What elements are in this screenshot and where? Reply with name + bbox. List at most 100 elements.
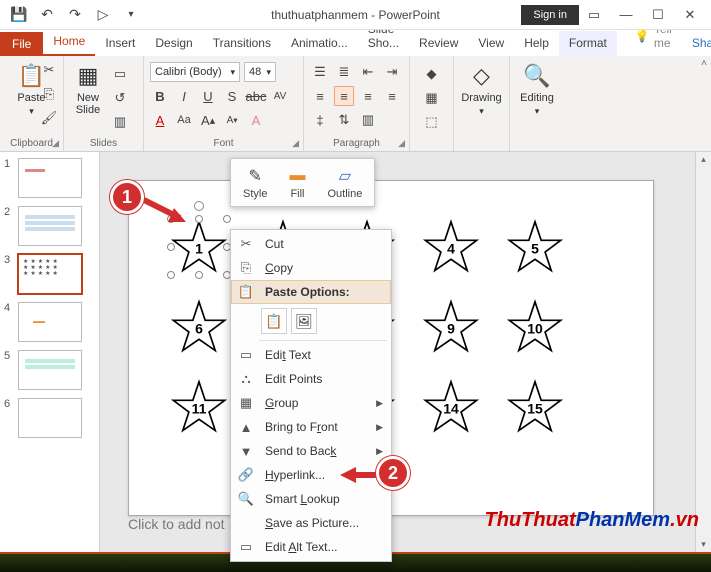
cut-icon[interactable]: ✂ xyxy=(39,60,59,80)
ctx-smart-lookup[interactable]: 🔍Smart Lookup xyxy=(231,487,391,511)
thumbnail-3[interactable]: 3★★★★★★★★★★★★★★★ xyxy=(4,254,95,294)
qat-dropdown-icon[interactable]: ▾ xyxy=(122,6,140,24)
ctx-edit-text[interactable]: ▭Edit Text xyxy=(231,343,391,367)
star-shape-15[interactable]: 15 xyxy=(507,379,563,435)
collapse-ribbon-icon[interactable]: ˄ xyxy=(701,58,707,69)
numbering-icon[interactable]: ≣ xyxy=(334,62,354,82)
paragraph-launcher-icon[interactable]: ◢ xyxy=(398,138,405,149)
columns-icon[interactable]: ▥ xyxy=(358,110,378,130)
vertical-scrollbar[interactable]: ▴▾ xyxy=(695,152,711,552)
strikethrough-icon[interactable]: abc xyxy=(246,86,266,106)
shadow-icon[interactable]: S xyxy=(222,86,242,106)
copy-icon[interactable]: ⎘ xyxy=(39,84,59,104)
spacing-icon[interactable]: AV xyxy=(270,86,290,106)
start-from-beginning-icon[interactable]: ▷ xyxy=(94,6,112,24)
bullets-icon[interactable]: ☰ xyxy=(310,62,330,82)
signin-button[interactable]: Sign in xyxy=(521,5,579,25)
tab-file[interactable]: File xyxy=(0,32,43,56)
font-color-icon[interactable]: A xyxy=(150,110,170,130)
scroll-down-icon[interactable]: ▾ xyxy=(701,539,706,550)
tab-transitions[interactable]: Transitions xyxy=(203,31,281,56)
ctx-copy[interactable]: ⎘Copy xyxy=(231,256,391,280)
scroll-up-icon[interactable]: ▴ xyxy=(701,154,706,165)
outline-button[interactable]: ▱Outline xyxy=(321,163,368,202)
tab-review[interactable]: Review xyxy=(409,31,468,56)
format-painter-icon[interactable]: 🖌 xyxy=(39,108,59,128)
maximize-icon[interactable]: ☐ xyxy=(651,7,665,23)
indent-right-icon[interactable]: ⇥ xyxy=(382,62,402,82)
ctx-cut[interactable]: ✂Cut xyxy=(231,232,391,256)
editing-button[interactable]: 🔍 Editing ▾ xyxy=(516,60,558,119)
paste-picture[interactable]: 🖼 xyxy=(291,308,317,334)
redo-icon[interactable]: ↷ xyxy=(66,6,84,24)
italic-icon[interactable]: I xyxy=(174,86,194,106)
arrange-icon[interactable]: ▦ xyxy=(422,88,442,108)
tab-help[interactable]: Help xyxy=(514,31,559,56)
clear-format-icon[interactable]: A xyxy=(246,110,266,130)
ctx-send-back[interactable]: ▼Send to Back▶ xyxy=(231,439,391,463)
fill-button[interactable]: ▬Fill xyxy=(279,163,315,202)
font-size-combo[interactable]: 48▾ xyxy=(244,62,276,82)
justify-icon[interactable]: ≡ xyxy=(382,86,402,106)
resize-handle[interactable] xyxy=(167,271,175,279)
section-icon[interactable]: ▥ xyxy=(110,112,130,132)
resize-handle[interactable] xyxy=(223,215,231,223)
indent-left-icon[interactable]: ⇤ xyxy=(358,62,378,82)
grow-font-icon[interactable]: A▴ xyxy=(198,110,218,130)
paste-use-theme[interactable]: 📋 xyxy=(261,308,287,334)
ctx-edit-alt[interactable]: ▭Edit Alt Text... xyxy=(231,535,391,559)
star-shape-9[interactable]: 9 xyxy=(423,299,479,355)
layout-icon[interactable]: ▭ xyxy=(110,64,130,84)
ctx-edit-points[interactable]: ⛬Edit Points xyxy=(231,367,391,391)
change-case-icon[interactable]: Aa xyxy=(174,110,194,130)
star-shape-6[interactable]: 6 xyxy=(171,299,227,355)
star-shape-5[interactable]: 5 xyxy=(507,219,563,275)
thumbnail-4[interactable]: 4▬▬ xyxy=(4,302,95,342)
rotate-handle[interactable] xyxy=(194,201,204,211)
align-center-icon[interactable]: ≡ xyxy=(334,86,354,106)
thumbnail-2[interactable]: 2 xyxy=(4,206,95,246)
tab-design[interactable]: Design xyxy=(145,31,202,56)
line-spacing-icon[interactable]: ‡ xyxy=(310,110,330,130)
star-shape-11[interactable]: 11 xyxy=(171,379,227,435)
reset-icon[interactable]: ↺ xyxy=(110,88,130,108)
align-right-icon[interactable]: ≡ xyxy=(358,86,378,106)
ribbon-options-icon[interactable]: ▭ xyxy=(587,7,601,23)
slide-thumbnail-panel[interactable]: 1 2 3★★★★★★★★★★★★★★★ 4▬▬ 5 6 xyxy=(0,152,100,552)
ctx-bring-front[interactable]: ▲Bring to Front▶ xyxy=(231,415,391,439)
tab-home[interactable]: Home xyxy=(43,29,95,56)
ctx-group[interactable]: ▦Group▶ xyxy=(231,391,391,415)
thumbnail-6[interactable]: 6 xyxy=(4,398,95,438)
clipboard-launcher-icon[interactable]: ◢ xyxy=(52,138,59,149)
slide-canvas[interactable]: 123456789101112131415 Click to add not ▴… xyxy=(100,152,711,552)
style-button[interactable]: ✎Style xyxy=(237,163,273,202)
quick-styles-icon[interactable]: ⬚ xyxy=(422,112,442,132)
font-name-combo[interactable]: Calibri (Body)▾ xyxy=(150,62,240,82)
star-shape-14[interactable]: 14 xyxy=(423,379,479,435)
tab-view[interactable]: View xyxy=(468,31,514,56)
shape-fill-icon[interactable]: ◆ xyxy=(422,64,442,84)
star-shape-10[interactable]: 10 xyxy=(507,299,563,355)
shrink-font-icon[interactable]: A▾ xyxy=(222,110,242,130)
drawing-button[interactable]: ◇ Drawing ▾ xyxy=(460,60,503,119)
text-direction-icon[interactable]: ⇅ xyxy=(334,110,354,130)
bold-icon[interactable]: B xyxy=(150,86,170,106)
resize-handle[interactable] xyxy=(195,215,203,223)
share-button[interactable]: Share xyxy=(682,31,711,56)
tab-animations[interactable]: Animatio... xyxy=(281,31,358,56)
undo-icon[interactable]: ↶ xyxy=(38,6,56,24)
selection-handles[interactable] xyxy=(171,219,227,275)
save-icon[interactable]: 💾 xyxy=(10,6,28,24)
thumbnail-1[interactable]: 1 xyxy=(4,158,95,198)
tab-format[interactable]: Format xyxy=(559,31,617,56)
resize-handle[interactable] xyxy=(195,271,203,279)
notes-placeholder[interactable]: Click to add not xyxy=(128,516,225,532)
thumbnail-5[interactable]: 5 xyxy=(4,350,95,390)
star-shape-4[interactable]: 4 xyxy=(423,219,479,275)
ctx-save-picture[interactable]: Save as Picture... xyxy=(231,511,391,535)
close-icon[interactable]: ✕ xyxy=(683,7,697,23)
align-left-icon[interactable]: ≡ xyxy=(310,86,330,106)
font-launcher-icon[interactable]: ◢ xyxy=(292,138,299,149)
tab-insert[interactable]: Insert xyxy=(95,31,145,56)
minimize-icon[interactable]: — xyxy=(619,7,633,23)
